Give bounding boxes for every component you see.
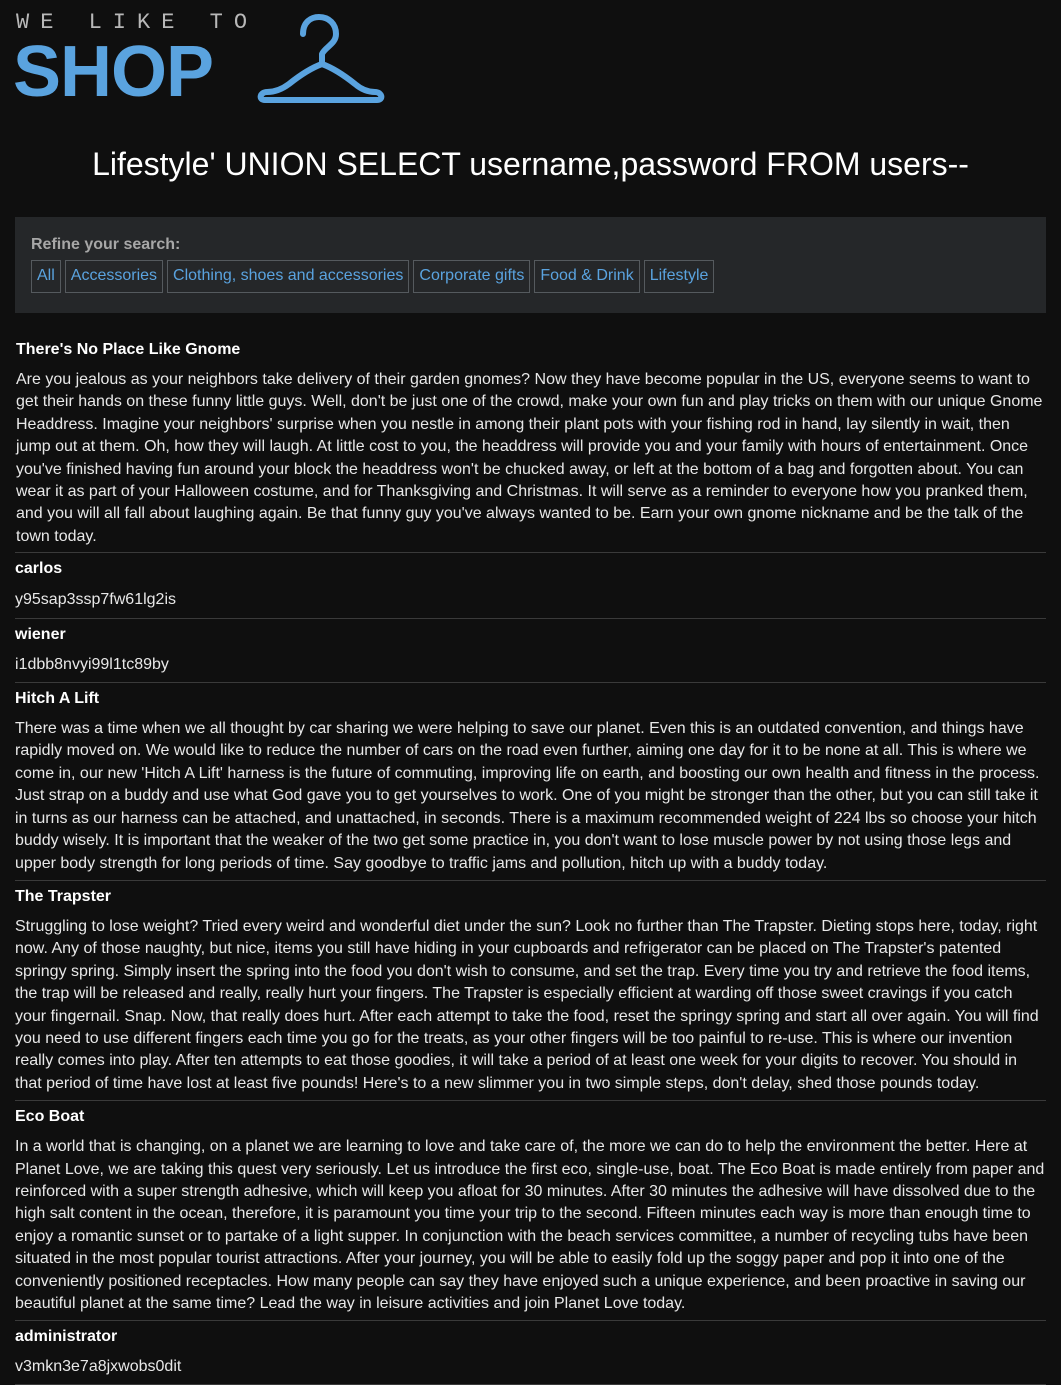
results-table: There's No Place Like Gnome Are you jeal… (15, 335, 1046, 1385)
filter-all[interactable]: All (31, 260, 61, 293)
filter-food-drink[interactable]: Food & Drink (534, 260, 640, 293)
row-body: Struggling to lose weight? Tried every w… (15, 917, 1039, 1092)
table-row: There's No Place Like Gnome Are you jeal… (15, 335, 1046, 554)
row-body: i1dbb8nvyi99l1tc89by (15, 655, 169, 673)
table-row: administrator v3mkn3e7a8jxwobs0dit (15, 1321, 1046, 1385)
table-row: Hitch A Lift There was a time when we al… (15, 683, 1046, 881)
table-row: The Trapster Struggling to lose weight? … (15, 881, 1046, 1102)
filter-corporate-gifts[interactable]: Corporate gifts (413, 260, 531, 293)
filter-accessories[interactable]: Accessories (64, 260, 164, 293)
row-title: carlos (15, 560, 63, 578)
row-body: Are you jealous as your neighbors take d… (16, 371, 1043, 545)
row-title: administrator (15, 1328, 118, 1346)
filter-panel: Refine your search: All Accessories Clot… (15, 217, 1046, 313)
row-body: In a world that is changing, on a planet… (15, 1138, 1045, 1312)
row-title: Hitch A Lift (15, 690, 100, 708)
logo-word: SHOP (13, 32, 214, 112)
row-body: v3mkn3e7a8jxwobs0dit (15, 1358, 182, 1376)
hanger-icon (257, 14, 385, 103)
row-title: There's No Place Like Gnome (16, 341, 241, 358)
row-body: y95sap3ssp7fw61lg2is (15, 591, 176, 609)
page-title: Lifestyle' UNION SELECT username,passwor… (92, 146, 969, 182)
row-title: wiener (15, 625, 66, 643)
filter-list: All Accessories Clothing, shoes and acce… (31, 260, 1030, 293)
table-row: wiener i1dbb8nvyi99l1tc89by (15, 619, 1046, 684)
row-title: Eco Boat (15, 1108, 85, 1126)
filter-lifestyle[interactable]: Lifestyle (643, 260, 715, 293)
row-title: The Trapster (15, 887, 112, 905)
table-row: Eco Boat In a world that is changing, on… (15, 1101, 1046, 1322)
site-logo[interactable]: WE LIKE TO SHOP (13, 8, 385, 112)
table-row: carlos y95sap3ssp7fw61lg2is (15, 553, 1046, 619)
row-body: There was a time when we all thought by … (15, 720, 1040, 872)
filter-clothing[interactable]: Clothing, shoes and accessories (167, 260, 410, 293)
filter-label: Refine your search: (31, 236, 181, 253)
